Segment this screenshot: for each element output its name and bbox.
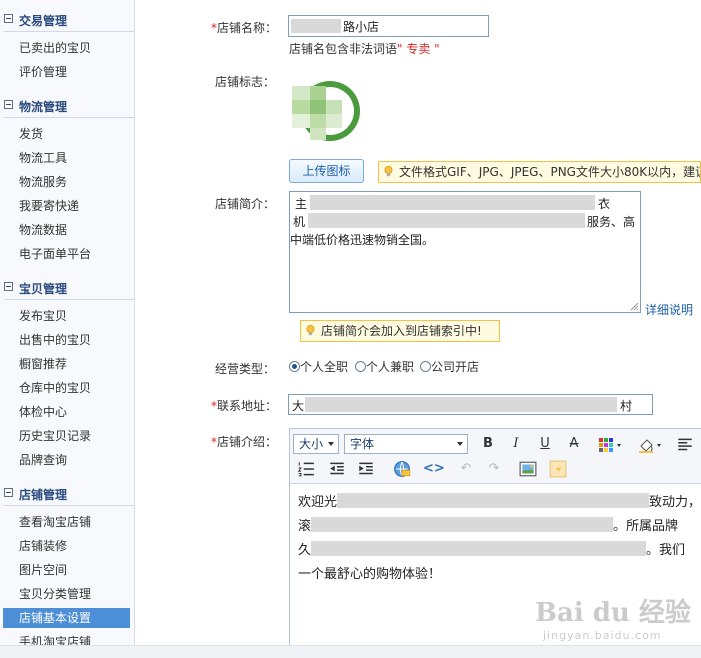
sidebar-item-on-sale[interactable]: 出售中的宝贝: [19, 330, 129, 350]
sidebar-item-logistics-service[interactable]: 物流服务: [19, 172, 129, 192]
sidebar-section-trade[interactable]: 交易管理: [0, 8, 134, 34]
editor-line: 滚。所属品牌: [298, 517, 679, 534]
sidebar-item-warehouse[interactable]: 仓库中的宝贝: [19, 378, 129, 398]
sidebar-section-title: 物流管理: [19, 100, 68, 114]
font-color-icon[interactable]: [598, 436, 624, 454]
editor-line: 久。我们: [298, 541, 686, 558]
redacted-text: [310, 195, 595, 210]
sidebar-item-image-space[interactable]: 图片空间: [19, 560, 129, 580]
sidebar: 交易管理 已卖出的宝贝 评价管理 物流管理 发货 物流工具 物流服务 我要寄快递…: [0, 0, 135, 657]
sidebar-item-decorate[interactable]: 店铺装修: [19, 536, 129, 556]
resize-handle-icon[interactable]: [630, 302, 639, 311]
redacted-text: [308, 213, 585, 228]
business-type-label: 经营类型：: [214, 362, 275, 376]
editor-content[interactable]: 欢迎光 致动力， 滚。所属品牌 久。我们 一个最舒心的购物体验！: [298, 491, 701, 587]
editor-toolbar: 大小 字体 B I U A <> ↶ ↷: [290, 429, 701, 484]
italic-icon[interactable]: I: [507, 435, 525, 453]
address-input[interactable]: 大 村: [288, 394, 653, 415]
underline-icon[interactable]: U: [536, 435, 554, 453]
shop-desc-label: *店铺介绍：: [211, 435, 278, 449]
sidebar-item-publish[interactable]: 发布宝贝: [19, 306, 129, 326]
radio-company[interactable]: 公司开店: [420, 358, 479, 375]
editor-line: 欢迎光 致动力，: [298, 493, 701, 510]
sidebar-item-send-express[interactable]: 我要寄快递: [19, 196, 129, 216]
sidebar-item-history[interactable]: 历史宝贝记录: [19, 426, 129, 446]
undo-icon[interactable]: ↶: [457, 460, 475, 478]
insert-flash-icon[interactable]: [549, 460, 567, 478]
intro-tip: 店铺简介会加入到店铺索引中!: [300, 320, 500, 342]
dropdown-arrow-icon: [457, 442, 463, 446]
collapse-icon[interactable]: [4, 282, 13, 291]
sidebar-item-checkup[interactable]: 体检中心: [19, 402, 129, 422]
sidebar-section-logistics[interactable]: 物流管理: [0, 94, 134, 120]
sidebar-item-e-waybill[interactable]: 电子面单平台: [19, 244, 129, 264]
divider: [4, 505, 134, 506]
divider: [4, 117, 134, 118]
address-label: *联系地址：: [211, 399, 278, 413]
source-code-icon[interactable]: <>: [423, 460, 445, 478]
sidebar-item-showcase[interactable]: 橱窗推荐: [19, 354, 129, 374]
lightbulb-icon: [384, 166, 393, 177]
sidebar-item-brand-query[interactable]: 品牌查询: [19, 450, 129, 470]
redacted-text: [311, 541, 647, 556]
shop-name-hint: 店铺名包含非法词语" 专卖 ": [289, 42, 440, 56]
upload-logo-button[interactable]: 上传图标: [289, 159, 364, 183]
collapse-icon[interactable]: [4, 100, 13, 109]
sidebar-item-sold[interactable]: 已卖出的宝贝: [19, 38, 129, 58]
redo-icon[interactable]: ↷: [485, 460, 503, 478]
sidebar-item-ship[interactable]: 发货: [19, 124, 129, 144]
sidebar-item-logistics-data[interactable]: 物流数据: [19, 220, 129, 240]
sidebar-item-reviews[interactable]: 评价管理: [19, 62, 129, 82]
sidebar-section-title: 交易管理: [19, 14, 68, 28]
shop-logo-label: 店铺标志：: [214, 75, 275, 89]
divider: [4, 299, 134, 300]
redacted-text: [311, 517, 614, 532]
font-family-select[interactable]: 字体: [344, 434, 468, 454]
bold-icon[interactable]: B: [479, 435, 497, 453]
sidebar-item-logistics-tools[interactable]: 物流工具: [19, 148, 129, 168]
detail-link[interactable]: 详细说明: [645, 301, 693, 318]
horizontal-scrollbar[interactable]: [0, 645, 701, 658]
dropdown-arrow-icon: [328, 442, 334, 446]
insert-image-icon[interactable]: [519, 460, 537, 478]
insert-link-icon[interactable]: [393, 460, 411, 478]
outdent-icon[interactable]: [328, 460, 346, 478]
sidebar-item-basic-settings[interactable]: 店铺基本设置: [3, 608, 130, 628]
sidebar-section-items[interactable]: 宝贝管理: [0, 276, 134, 302]
radio-full-time[interactable]: 个人全职: [289, 358, 348, 375]
shop-name-input[interactable]: 路小店: [288, 15, 489, 37]
sidebar-item-categories[interactable]: 宝贝分类管理: [19, 584, 129, 604]
shop-name-label: *店铺名称：: [211, 21, 278, 35]
radio-icon[interactable]: [355, 361, 366, 372]
radio-selected-icon[interactable]: [289, 361, 300, 372]
shop-logo-image: [292, 81, 360, 141]
redacted-text: [291, 19, 341, 33]
shop-intro-textarea[interactable]: 主 衣 机 服务、高 中端低价格迅速物销全国。: [289, 191, 641, 313]
font-size-select[interactable]: 大小: [293, 434, 339, 454]
highlight-color-icon[interactable]: [638, 436, 664, 454]
divider: [4, 31, 134, 32]
sidebar-section-shop[interactable]: 店铺管理: [0, 482, 134, 508]
sidebar-section-title: 宝贝管理: [19, 282, 68, 296]
redacted-text: [305, 397, 617, 412]
editor-line: 一个最舒心的购物体验！: [298, 567, 442, 582]
logo-tip: 文件格式GIF、JPG、JPEG、PNG文件大小80K以内，建议: [378, 161, 701, 183]
radio-icon[interactable]: [420, 361, 431, 372]
strikethrough-icon[interactable]: A: [565, 435, 583, 453]
watermark: Bai du 经验 jingyan.baidu.com: [535, 598, 691, 642]
collapse-icon[interactable]: [4, 14, 13, 23]
indent-icon[interactable]: [357, 460, 375, 478]
sidebar-item-view-shop[interactable]: 查看淘宝店铺: [19, 512, 129, 532]
ordered-list-icon[interactable]: [297, 460, 315, 478]
redacted-text: [337, 493, 650, 508]
sidebar-section-title: 店铺管理: [19, 488, 68, 502]
collapse-icon[interactable]: [4, 488, 13, 497]
align-left-icon[interactable]: [676, 436, 694, 454]
lightbulb-icon: [306, 325, 315, 336]
radio-part-time[interactable]: 个人兼职: [355, 358, 414, 375]
shop-intro-label: 店铺简介：: [214, 197, 275, 211]
